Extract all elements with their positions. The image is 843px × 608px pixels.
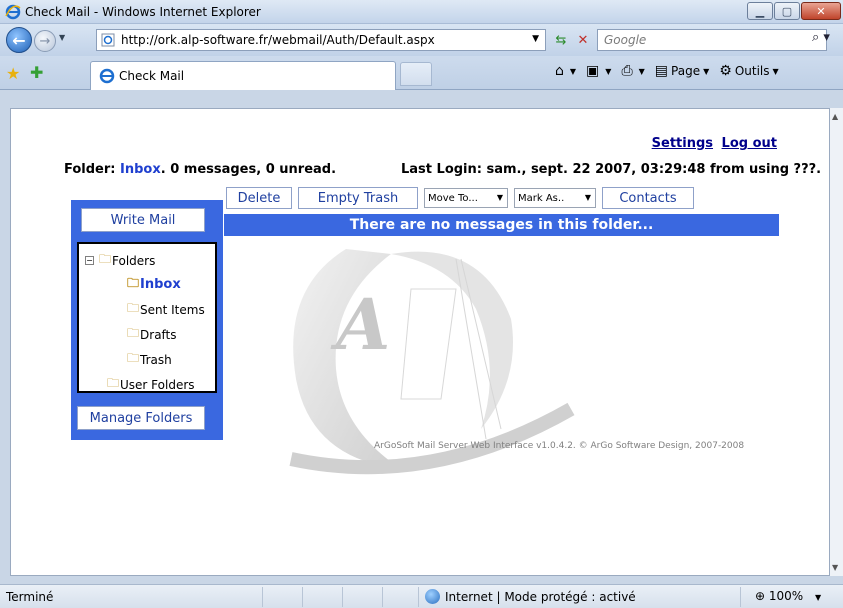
minimize-button[interactable]: ▁ — [747, 2, 773, 20]
back-arrow-icon: ← — [12, 30, 26, 50]
address-url[interactable]: http://ork.alp-software.fr/webmail/Auth/… — [121, 33, 435, 47]
logout-link[interactable]: Log out — [722, 136, 777, 151]
message-toolbar: Delete Empty Trash Move To... ▼ Mark As..… — [226, 187, 700, 209]
zoom-control[interactable]: ⊕ 100% ▼ — [755, 589, 821, 603]
forward-arrow-icon: → — [39, 33, 51, 49]
chevron-down-icon: ▼ — [496, 193, 503, 202]
page-menu-icon: ▤ — [654, 63, 669, 79]
tab-bar: ★ ✚ Check Mail ⌂ ▼ ▣ ▼ ⎙ ▼ ▤ Page ▼ ⚙ Outils ▼ — [0, 56, 843, 90]
title-bar: Check Mail - Windows Internet Explorer ▁… — [0, 0, 843, 24]
address-dropdown-icon[interactable]: ▼ — [532, 34, 539, 44]
search-icon[interactable]: ⌕ ▾ — [812, 30, 842, 45]
security-zone-label: Internet | Mode protégé : activé — [445, 589, 636, 604]
contacts-button[interactable]: Contacts — [602, 187, 694, 209]
folder-icon: 🗀 — [127, 326, 140, 340]
printer-icon: ⎙ — [621, 63, 633, 79]
current-folder-name: Inbox — [120, 162, 161, 177]
status-text: Terminé — [6, 590, 54, 604]
scroll-up-icon[interactable]: ▲ — [832, 112, 838, 121]
refresh-icon[interactable]: ⇆ — [550, 30, 572, 50]
back-button[interactable]: ← — [6, 27, 32, 53]
move-to-select[interactable]: Move To... ▼ — [424, 188, 508, 208]
tree-root-label: Folders — [112, 253, 156, 268]
folder-icon: 🗀 — [127, 351, 140, 365]
folder-icon: 🗀 — [127, 301, 140, 315]
window-title: Check Mail - Windows Internet Explorer — [25, 5, 261, 19]
mark-as-select[interactable]: Mark As.. ▼ — [514, 188, 596, 208]
empty-trash-button[interactable]: Empty Trash — [298, 187, 418, 209]
folder-counts: . 0 messages, 0 unread. — [160, 162, 337, 177]
maximize-button[interactable]: ▢ — [774, 2, 800, 20]
chevron-down-icon: ▼ — [815, 593, 822, 602]
delete-button[interactable]: Delete — [226, 187, 292, 209]
close-button[interactable]: ✕ — [801, 2, 841, 20]
folder-sent-items-label: Sent Items — [140, 302, 205, 317]
favorites-star-icon[interactable]: ★ — [6, 64, 20, 83]
settings-link[interactable]: Settings — [652, 136, 713, 151]
folder-sent-items[interactable]: 🗀 Sent Items — [127, 299, 205, 320]
no-messages-banner: There are no messages in this folder... — [224, 214, 779, 236]
tree-root-folders[interactable]: − 🗀 Folders — [85, 250, 155, 271]
feed-icon: ▣ — [586, 63, 600, 79]
folder-summary: Folder: Inbox. 0 messages, 0 unread. — [64, 162, 336, 177]
search-box[interactable]: Google — [597, 29, 827, 51]
home-button[interactable]: ⌂ ▼ — [555, 63, 576, 79]
navigation-bar: ← → ▼ http://ork.alp-software.fr/webmail… — [0, 24, 843, 56]
folder-user-folders[interactable]: 🗀 User Folders — [107, 374, 195, 395]
manage-folders-button[interactable]: Manage Folders — [77, 406, 205, 430]
vertical-scrollbar[interactable]: ▲ ▼ — [830, 108, 843, 576]
move-to-value: Move To... — [428, 192, 478, 204]
folders-icon: 🗀 — [99, 252, 112, 266]
status-bar: Terminé Internet | Mode protégé : activé… — [0, 584, 843, 608]
write-mail-button[interactable]: Write Mail — [81, 208, 205, 232]
folder-drafts[interactable]: 🗀 Drafts — [127, 324, 177, 345]
tools-menu-label: Outils — [734, 64, 770, 78]
page-icon — [101, 33, 115, 47]
security-zone[interactable]: Internet | Mode protégé : activé — [425, 589, 636, 604]
tools-menu[interactable]: ⚙ Outils ▼ — [719, 63, 778, 79]
folder-inbox[interactable]: 🗀 Inbox — [127, 274, 181, 295]
sidebar: Write Mail − 🗀 Folders 🗀 Inbox 🗀 Sent It… — [71, 200, 223, 440]
scroll-down-icon[interactable]: ▼ — [832, 563, 838, 572]
stop-icon[interactable]: ✕ — [572, 30, 594, 50]
folder-icon: 🗀 — [127, 276, 140, 290]
ie-logo-icon — [5, 4, 21, 20]
user-folders-label: User Folders — [120, 377, 195, 392]
globe-icon — [425, 589, 440, 604]
search-placeholder: Google — [604, 33, 647, 47]
last-login-info: Last Login: sam., sept. 22 2007, 03:29:4… — [401, 162, 822, 177]
page-menu[interactable]: ▤ Page ▼ — [655, 63, 709, 79]
folder-trash[interactable]: 🗀 Trash — [127, 349, 172, 370]
feeds-button[interactable]: ▣ ▼ — [586, 63, 611, 79]
web-content: A Settings Log out Folder: Inbox. 0 mess… — [10, 108, 830, 576]
mark-as-value: Mark As.. — [518, 192, 565, 204]
zoom-level: 100% — [768, 589, 804, 603]
forward-button[interactable]: → — [34, 30, 56, 52]
zoom-icon: ⊕ — [755, 589, 766, 603]
folder-drafts-label: Drafts — [140, 327, 177, 342]
ie-tab-icon — [99, 68, 115, 84]
new-tab-button[interactable] — [400, 62, 432, 86]
folder-inbox-label: Inbox — [140, 277, 181, 292]
svg-text:A: A — [330, 283, 390, 366]
folder-prefix: Folder: — [64, 162, 116, 177]
page-menu-label: Page — [671, 64, 701, 78]
history-dropdown-icon[interactable]: ▼ — [59, 33, 65, 42]
toolbar-spacer — [0, 90, 843, 108]
collapse-icon[interactable]: − — [85, 256, 94, 265]
folder-tree: − 🗀 Folders 🗀 Inbox 🗀 Sent Items 🗀 Draft… — [77, 242, 217, 393]
folder-trash-label: Trash — [140, 352, 172, 367]
chevron-down-icon: ▼ — [584, 193, 591, 202]
footer-credit: ArGoSoft Mail Server Web Interface v1.0.… — [374, 441, 745, 451]
header-links: Settings Log out — [648, 136, 777, 151]
tab-label: Check Mail — [119, 69, 185, 83]
address-bar[interactable]: http://ork.alp-software.fr/webmail/Auth/… — [96, 29, 546, 51]
gear-icon: ⚙ — [719, 63, 732, 79]
add-favorite-icon[interactable]: ✚ — [30, 63, 43, 82]
home-icon: ⌂ — [555, 63, 564, 79]
tab-check-mail[interactable]: Check Mail — [90, 61, 396, 90]
print-button[interactable]: ⎙ ▼ — [621, 63, 644, 79]
folder-icon: 🗀 — [107, 376, 120, 390]
